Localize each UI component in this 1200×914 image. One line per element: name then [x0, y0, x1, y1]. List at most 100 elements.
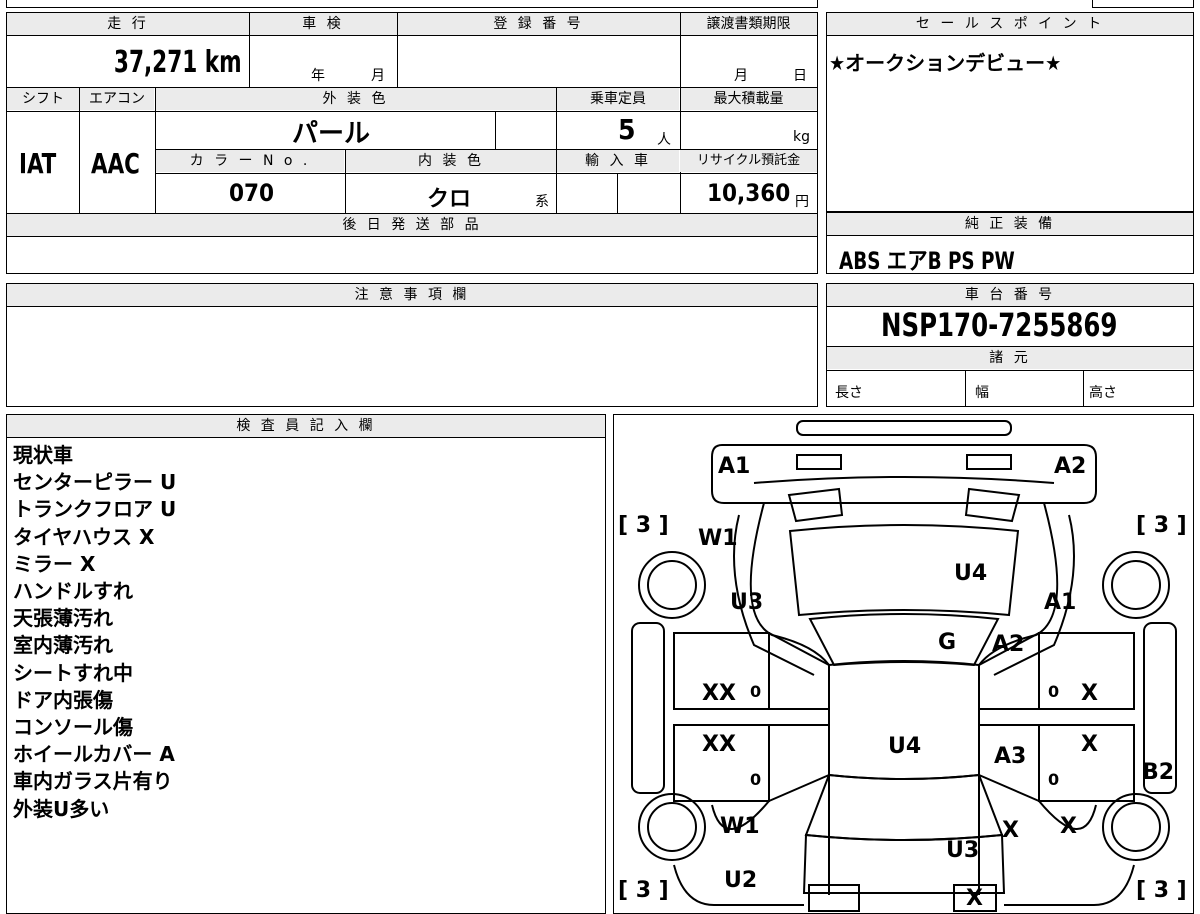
color-no-header: カ ラ ー N o . — [156, 150, 344, 172]
mark-bonnet: U4 — [954, 561, 987, 586]
capacity-header: 乗車定員 — [557, 88, 679, 110]
spec-height: 高さ — [1089, 385, 1117, 401]
yen-unit: 円 — [795, 194, 809, 210]
equipment-box: 純 正 装 備 ABS エアB PS PW — [826, 212, 1194, 275]
note-line: シートすれ中 — [13, 660, 133, 685]
later-parts-header: 後 日 発 送 部 品 — [7, 214, 817, 236]
mark-quarter-r: X — [1002, 818, 1019, 843]
note-line: トランクフロア U — [13, 497, 177, 522]
front-body-outline — [711, 444, 1097, 504]
transfer-deadline-header: 譲渡書類期限 — [680, 13, 817, 35]
front-bumper-outline — [796, 420, 1012, 436]
mark-zero-rr: 0 — [1048, 770, 1059, 789]
shift-value: IAT — [19, 147, 57, 180]
note-line: 現状車 — [13, 443, 73, 467]
note-line: 室内薄汚れ — [13, 633, 113, 658]
mark-zero-fr: 0 — [1048, 682, 1059, 701]
mark-trunk: U3 — [946, 838, 979, 863]
mark-fender-fl: W1 — [698, 526, 738, 551]
imported-header: 輸 入 車 — [557, 150, 679, 172]
inspector-notes-header: 検 査 員 記 入 欄 — [7, 415, 605, 437]
sales-point-header: セ ー ル ス ポ イ ン ト — [827, 13, 1193, 35]
load-unit: kg — [793, 129, 810, 145]
mileage-header: 走 行 — [7, 13, 249, 35]
inspector-notes-list: 現状車 センターピラー U トランクフロア U タイヤハウス X ミラー X ハ… — [13, 442, 176, 823]
mark-quarter-r2: X — [1060, 814, 1077, 839]
mark-door-rr: X — [1081, 732, 1098, 757]
mark-tread-fr: [ 3 ] — [1136, 513, 1187, 538]
mark-rear-l: U2 — [724, 868, 757, 893]
headlight-left — [787, 487, 844, 523]
mark-fender-fr: A1 — [1044, 590, 1076, 615]
specs-header: 諸 元 — [827, 347, 1193, 369]
shift-header: シフト — [7, 88, 79, 110]
vehicle-info-table: 走 行 車 検 登 録 番 号 譲渡書類期限 37,271 km 年 月 月 日… — [6, 12, 818, 274]
mark-roof: U4 — [888, 734, 921, 759]
sales-point-box: セ ー ル ス ポ イ ン ト ★オークションデビュー★ — [826, 12, 1194, 212]
note-line: ミラー X — [13, 551, 96, 576]
damage-diagram-box: A1 A2 [ 3 ] [ 3 ] W1 U3 U4 A1 G A2 XX 0 … — [613, 414, 1194, 914]
note-line: ホイールカバー A — [13, 742, 175, 767]
color-no-value: 070 — [229, 179, 275, 207]
mark-fender-fl2: U3 — [730, 590, 763, 615]
equipment-header: 純 正 装 備 — [827, 213, 1193, 235]
note-line: 車内ガラス片有り — [13, 769, 173, 794]
chassis-number-value: NSP170-7255869 — [881, 306, 1118, 344]
chassis-number-header: 車 台 番 号 — [827, 284, 1193, 306]
note-line: 天張薄汚れ — [13, 606, 113, 631]
note-line: ハンドルすれ — [13, 579, 133, 604]
max-load-header: 最大積載量 — [680, 88, 817, 110]
spec-width: 幅 — [975, 385, 989, 401]
exterior-color-value: パール — [292, 119, 371, 149]
deadline-day-unit: 日 — [793, 68, 807, 84]
interior-color-value: クロ — [427, 187, 472, 212]
mark-rear-panel-r: B2 — [1142, 760, 1174, 785]
inspection-year-unit: 年 — [311, 68, 325, 84]
interior-color-header: 内 装 色 — [346, 150, 556, 172]
mark-front-left: A1 — [718, 454, 750, 479]
mark-zero-rl: 0 — [750, 770, 761, 789]
recycle-fee-header: リサイクル預託金 — [680, 150, 817, 172]
car-diagram: A1 A2 [ 3 ] [ 3 ] W1 U3 U4 A1 G A2 XX 0 … — [618, 420, 1187, 912]
capacity-unit: 人 — [657, 132, 671, 148]
mark-bumper-r: X — [966, 886, 983, 911]
mark-fender-rl: W1 — [720, 814, 760, 839]
note-line: コンソール傷 — [13, 715, 133, 740]
note-line: タイヤハウス X — [13, 524, 155, 549]
mark-windshield: G — [938, 630, 956, 655]
chassis-box: 車 台 番 号 NSP170-7255869 諸 元 長さ 幅 高さ — [826, 283, 1194, 407]
caution-notes-header: 注 意 事 項 欄 — [7, 284, 817, 306]
inspector-notes-box: 検 査 員 記 入 欄 現状車 センターピラー U トランクフロア U タイヤハ… — [6, 414, 606, 914]
mark-zero-fl: 0 — [750, 682, 761, 701]
sales-point-text: ★オークションデビュー★ — [829, 51, 1062, 75]
windshield-outline — [808, 613, 1000, 667]
mark-tread-rr: [ 3 ] — [1136, 878, 1187, 903]
inspection-header: 車 検 — [249, 13, 397, 35]
top-strip-right — [1092, 0, 1194, 8]
note-line: ドア内張傷 — [13, 687, 113, 712]
spec-length: 長さ — [835, 385, 863, 401]
rear-bumper-left — [808, 884, 860, 912]
diagram-labels: A1 A2 [ 3 ] [ 3 ] W1 U3 U4 A1 G A2 XX 0 … — [618, 454, 1187, 911]
interior-color-suffix: 系 — [535, 194, 549, 210]
deadline-month-unit: 月 — [734, 68, 748, 84]
inspection-month-unit: 月 — [371, 68, 385, 84]
capacity-value: 5 — [618, 113, 636, 146]
mark-door-fr: X — [1081, 681, 1098, 706]
top-strip — [6, 0, 818, 8]
note-line: センターピラー U — [13, 470, 177, 495]
mark-door-fl: XX — [702, 681, 736, 706]
aircon-header: エアコン — [80, 88, 154, 110]
exterior-color-header: 外 装 色 — [155, 88, 556, 110]
mark-door-rl: XX — [702, 732, 736, 757]
registration-header: 登 録 番 号 — [397, 13, 680, 35]
recycle-fee-value: 10,360 — [707, 179, 791, 207]
caution-notes-box: 注 意 事 項 欄 — [6, 283, 818, 407]
mileage-value: 37,271 km — [114, 45, 242, 80]
aircon-value: AAC — [91, 147, 140, 180]
rear-window-outline — [804, 773, 1004, 841]
skirt-left — [631, 622, 665, 794]
note-line: 外装U多い — [13, 796, 110, 821]
headlight-right — [964, 487, 1021, 523]
mark-pillar-r: A2 — [992, 632, 1024, 657]
